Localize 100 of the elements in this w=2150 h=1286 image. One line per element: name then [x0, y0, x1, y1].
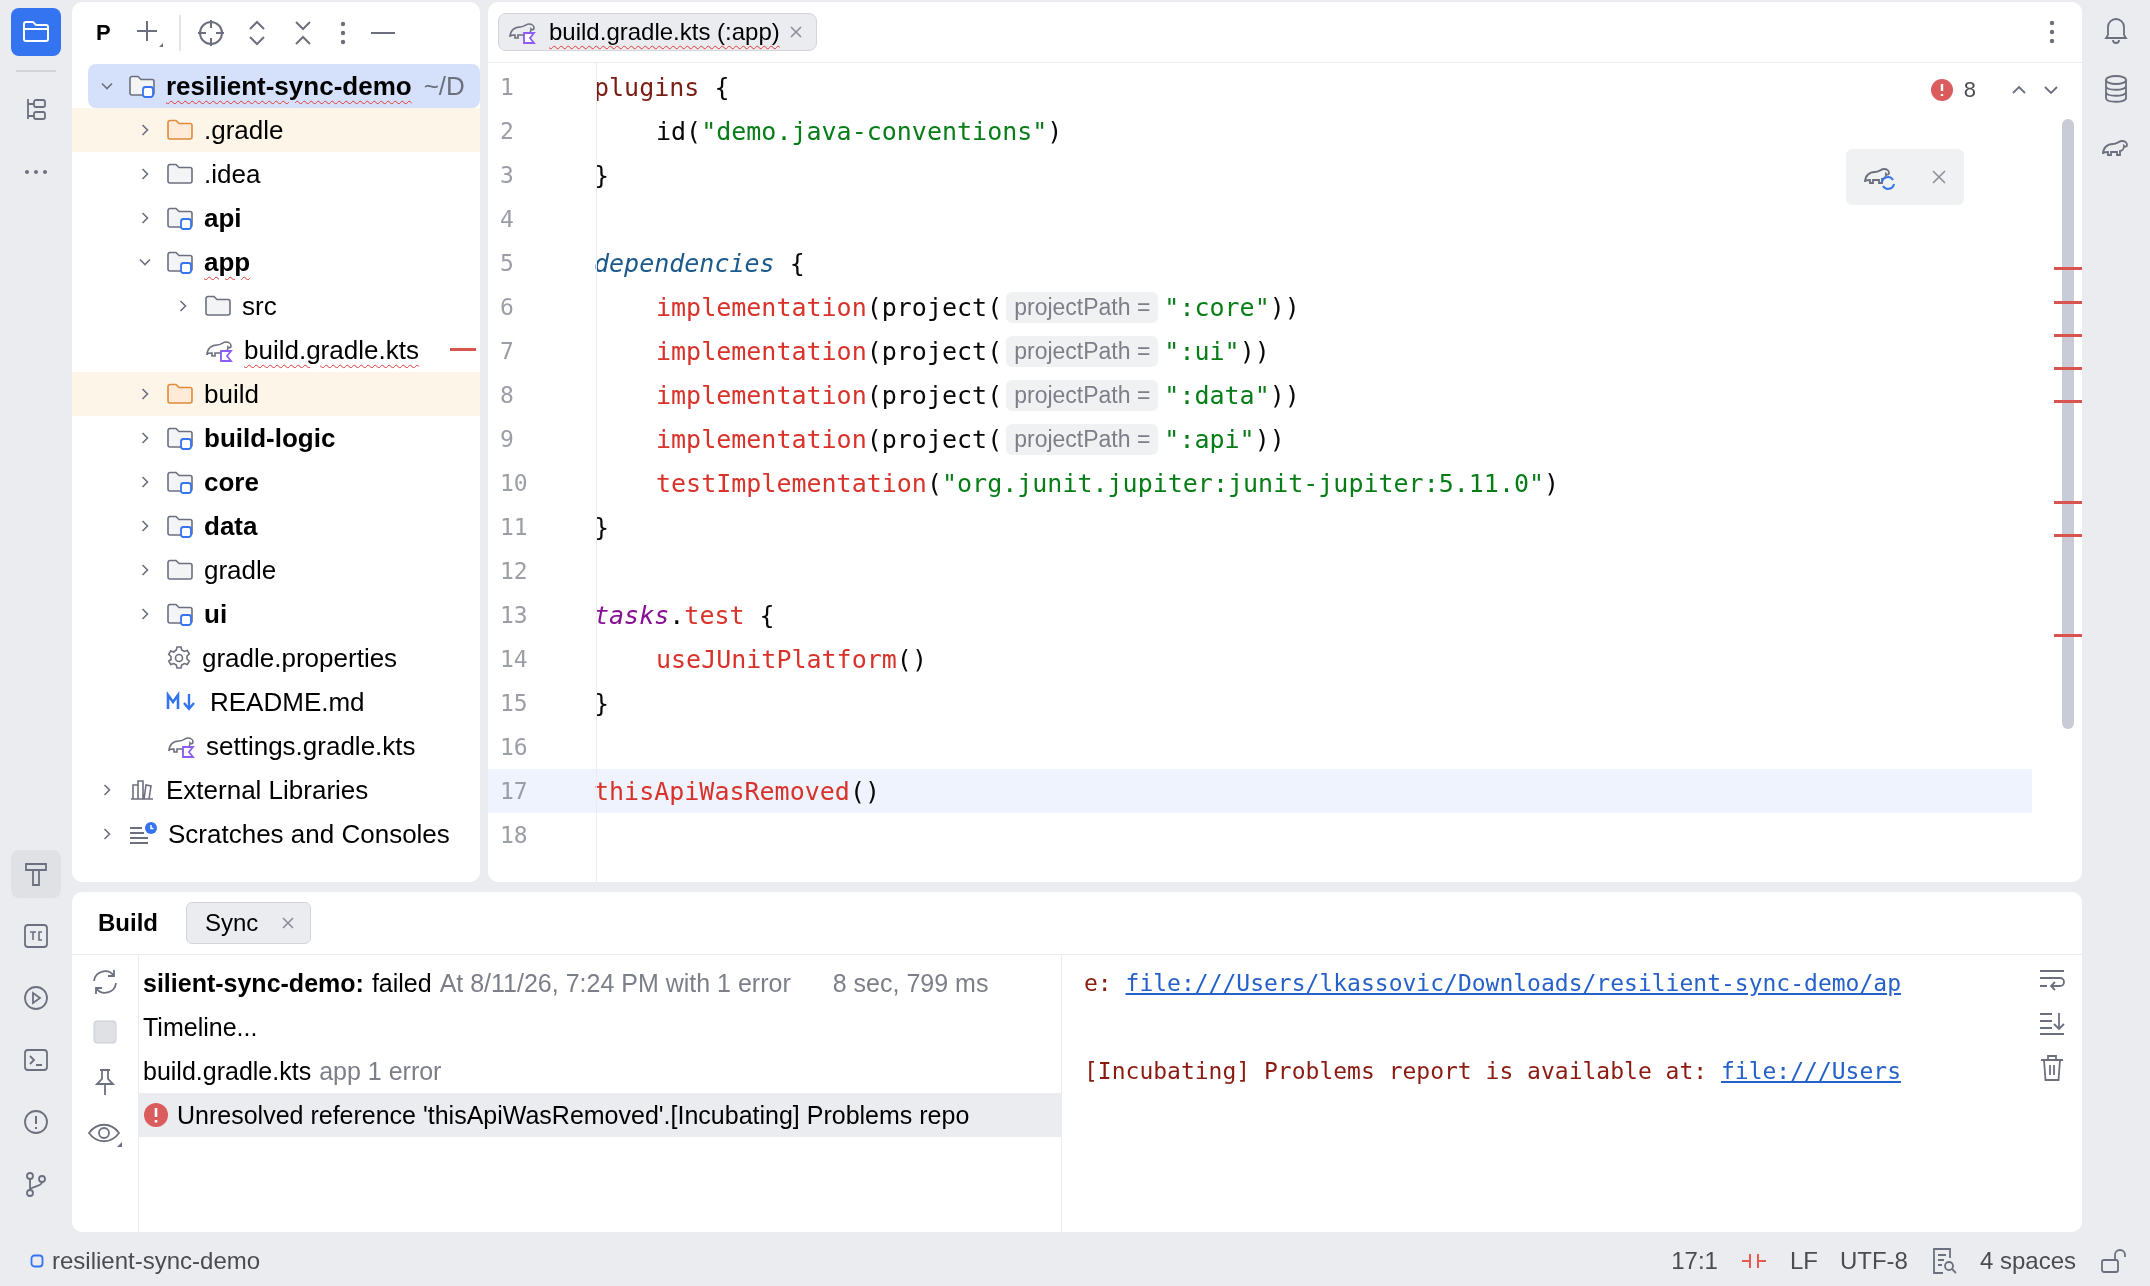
code-token: test	[684, 600, 745, 630]
trash-icon[interactable]	[2038, 1053, 2066, 1083]
folder-icon	[21, 19, 51, 45]
code-token: ))	[1269, 380, 1300, 410]
code-token: {	[788, 248, 805, 278]
code-token: implementation	[656, 336, 867, 366]
code-token: }	[594, 160, 610, 190]
module-folder-icon	[166, 513, 194, 539]
build-detail: At 8/11/26, 7:24 PM with 1 error	[439, 968, 791, 998]
tree-item[interactable]: app	[72, 240, 480, 284]
code-token: ()	[896, 644, 927, 674]
project-tool-button[interactable]	[11, 8, 61, 56]
parameter-hint: projectPath =	[1006, 291, 1159, 323]
file-name: .gradle	[204, 114, 284, 146]
project-name[interactable]: resilient-sync-demo	[52, 1247, 261, 1275]
module-folder-icon	[166, 469, 194, 495]
tree-item[interactable]: gradle.properties	[72, 636, 480, 680]
code-token: thisApiWasRemoved	[594, 776, 850, 806]
code-token: .	[669, 600, 685, 630]
file-name: build	[204, 378, 259, 410]
library-icon	[128, 777, 156, 803]
module-folder-icon	[166, 425, 194, 451]
line-number: 15	[499, 690, 529, 716]
tree-item[interactable]: .idea	[72, 152, 480, 196]
tree-item[interactable]: build	[72, 372, 480, 416]
line-number: 18	[499, 822, 529, 848]
indent-setting[interactable]: 4 spaces	[1979, 1247, 2076, 1275]
line-number: 5	[499, 250, 515, 276]
file-name: settings.gradle.kts	[206, 730, 416, 762]
file-name: gradle.properties	[202, 642, 398, 674]
lock-icon[interactable]	[2098, 1246, 2128, 1276]
code-token: (	[926, 468, 942, 498]
file-encoding[interactable]: UTF-8	[1839, 1247, 1908, 1275]
code-token: ))	[1254, 424, 1285, 454]
code-token: useJUnitPlatform	[656, 644, 897, 674]
code-token: implementation	[656, 424, 867, 454]
tree-item[interactable]: api	[72, 196, 480, 240]
tree-item[interactable]: core	[72, 460, 480, 504]
parameter-hint: projectPath =	[1006, 423, 1159, 455]
code-token: }	[594, 512, 610, 542]
editor-tab[interactable]: build.gradle.kts (:app)	[498, 13, 817, 51]
file-name: gradle	[204, 554, 277, 586]
tree-item[interactable]: data	[72, 504, 480, 548]
sync-tab[interactable]: Sync	[186, 902, 312, 944]
file-name: build-logic	[204, 422, 336, 454]
file-name: build.gradle.kts	[244, 334, 419, 366]
line-number: 17	[499, 778, 529, 804]
module-folder-icon	[166, 249, 194, 275]
project-path: ~/D	[423, 70, 465, 102]
file-link[interactable]: file:///Users/lkassovic/Downloads/resilient-sync-demo/ap	[1125, 970, 1901, 996]
folder-icon	[166, 161, 194, 187]
module-folder-icon	[166, 601, 194, 627]
file-name: src	[242, 290, 277, 322]
caret-position[interactable]: 17:1	[1671, 1247, 1718, 1275]
tree-item[interactable]: External Libraries	[72, 768, 480, 812]
line-number: 3	[499, 162, 515, 188]
build-status: failed	[371, 968, 432, 998]
line-separator[interactable]: LF	[1789, 1247, 1818, 1275]
build-duration: 8 sec, 799 ms	[832, 968, 989, 998]
tree-item[interactable]: Timeline...	[143, 1012, 258, 1042]
code-token: testImplementation	[656, 468, 927, 498]
file-name: README.md	[210, 686, 365, 718]
tree-item[interactable]: ui	[72, 592, 480, 636]
tree-item[interactable]: build.gradle.kts	[72, 328, 480, 372]
file-name[interactable]: build.gradle.kts	[143, 1056, 312, 1086]
line-number: 10	[499, 470, 529, 496]
close-icon[interactable]	[280, 915, 297, 931]
tree-item[interactable]: gradle	[72, 548, 480, 592]
build-name[interactable]: silient-sync-demo:	[143, 968, 364, 998]
hammer-tool-button[interactable]	[11, 850, 61, 898]
scrollbar[interactable]	[2062, 119, 2074, 729]
panel-title: P	[96, 20, 111, 46]
play-icon	[22, 984, 50, 1012]
tree-item[interactable]: .gradle	[72, 108, 480, 152]
tree-item[interactable]: build-logic	[72, 416, 480, 460]
line-number: 9	[499, 426, 515, 452]
error-message[interactable]: Unresolved reference 'thisApiWasRemoved'.[Incubating] Problems repo	[177, 1100, 970, 1130]
selected-row[interactable]: Unresolved reference 'thisApiWasRemoved'.[Incubating] Problems repo	[139, 1093, 1061, 1137]
panel-title: Build	[98, 909, 158, 937]
tc-icon	[22, 922, 50, 950]
code-token: plugins	[594, 72, 700, 102]
terminal-icon	[22, 1046, 50, 1074]
parameter-hint: projectPath =	[1006, 335, 1159, 367]
file-name: Scratches and Consoles	[168, 818, 450, 850]
error-icon	[1929, 78, 1954, 102]
code-token: (project(	[866, 336, 1003, 366]
tree-item[interactable]: resilient-sync-demo ~/D	[88, 64, 480, 108]
code-token: {	[713, 72, 730, 102]
gear-icon	[166, 645, 192, 671]
folder-icon	[166, 117, 194, 143]
file-link[interactable]: file:///Users	[1721, 1058, 1901, 1084]
tree-item[interactable]: settings.gradle.kts	[72, 724, 480, 768]
close-icon[interactable]	[1930, 168, 1948, 186]
tree-item[interactable]: src	[72, 284, 480, 328]
tree-item[interactable]: Scratches and Consoles	[72, 812, 480, 856]
warning-icon	[22, 1108, 50, 1136]
code-token: ()	[849, 776, 880, 806]
tree-item[interactable]: README.md	[72, 680, 480, 724]
close-icon[interactable]	[787, 24, 804, 40]
line-separator-icon[interactable]	[1739, 1251, 1768, 1271]
